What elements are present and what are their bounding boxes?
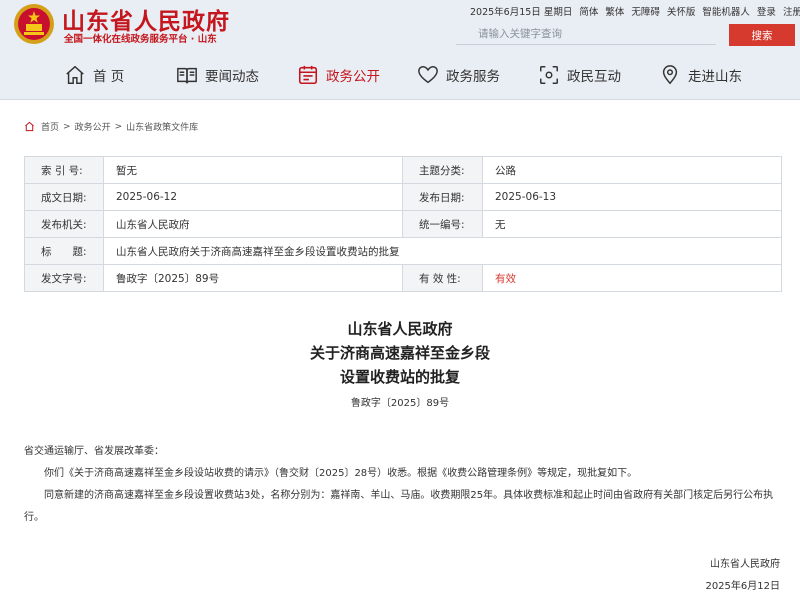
- body-paragraph: 同意新建的济商高速嘉祥至金乡段设置收费站3处，名称分别为：嘉祥南、羊山、马庙。收…: [24, 490, 774, 523]
- breadcrumb-separator: >: [63, 121, 71, 132]
- nav-news[interactable]: 要闻动态: [176, 60, 259, 90]
- category-value: 公路: [482, 156, 782, 184]
- nav-services[interactable]: 政务服务: [417, 60, 500, 90]
- nav-discover-label: 走进山东: [688, 69, 742, 85]
- signature-org: 山东省人民政府: [710, 559, 780, 570]
- meta-row: 成文日期: 2025-06-12 发布日期: 2025-06-13: [24, 183, 782, 211]
- breadcrumb-home[interactable]: 首页: [41, 120, 59, 133]
- published-date-value: 2025-06-13: [482, 183, 782, 211]
- code-value: 无: [482, 210, 782, 238]
- document-title-line: 设置收费站的批复: [339, 368, 460, 386]
- document-title-line: 关于济商高速嘉祥至金乡段: [309, 344, 490, 362]
- news-icon: [177, 67, 197, 84]
- category-label: 主题分类:: [402, 156, 483, 184]
- search-button[interactable]: 搜索: [729, 24, 795, 46]
- heart-service-icon: [418, 66, 438, 84]
- index-value: 暂无: [103, 156, 403, 184]
- site-subtitle: 全国一体化在线政务服务平台 · 山东: [64, 34, 217, 45]
- link-accessibility[interactable]: 无障碍: [631, 4, 660, 18]
- meta-row: 标 题: 山东省人民政府关于济商高速嘉祥至金乡段设置收费站的批复: [24, 237, 782, 265]
- document-body: 省交通运输厅、省发展改革委： 你们《关于济商高速嘉祥至金乡段设站收费的请示》（鲁…: [24, 441, 782, 529]
- body-paragraph: 你们《关于济商高速嘉祥至金乡段设站收费的请示》（鲁交财〔2025〕28号）收悉。…: [44, 468, 638, 479]
- link-login[interactable]: 登录: [757, 4, 776, 18]
- breadcrumb-open-gov[interactable]: 政务公开: [75, 120, 111, 133]
- main-nav: 首 页 要闻动态 政务公开 政务服务 政民互动 走进山东: [0, 60, 800, 92]
- open-gov-icon: [298, 65, 318, 85]
- breadcrumb-separator: >: [114, 121, 123, 132]
- meta-row: 索 引 号: 暂无 主题分类: 公路: [24, 156, 782, 184]
- nav-home-label: 首 页: [93, 69, 125, 85]
- created-date-label: 成文日期:: [24, 183, 104, 211]
- home-icon: [25, 121, 34, 132]
- link-care-mode[interactable]: 关怀版: [667, 4, 696, 18]
- nav-discover[interactable]: 走进山东: [659, 60, 742, 90]
- breadcrumb: 首页 > 政务公开 > 山东省政策文件库: [24, 120, 198, 133]
- nav-interaction[interactable]: 政民互动: [538, 60, 621, 90]
- current-date: 2025年6月15日 星期日: [470, 7, 573, 18]
- published-date-label: 发布日期:: [402, 183, 483, 211]
- document-title: 山东省人民政府 关于济商高速嘉祥至金乡段 设置收费站的批复: [0, 317, 800, 389]
- nav-open-gov-label: 政务公开: [326, 69, 380, 85]
- code-label: 统一编号:: [402, 210, 483, 238]
- nav-news-label: 要闻动态: [205, 69, 259, 85]
- index-label: 索 引 号:: [24, 156, 104, 184]
- interaction-icon: [540, 66, 558, 84]
- validity-value: 有效: [482, 264, 782, 292]
- issuer-label: 发布机关:: [24, 210, 104, 238]
- search-input[interactable]: [456, 24, 716, 45]
- link-robot[interactable]: 智能机器人: [702, 4, 750, 18]
- nav-home[interactable]: 首 页: [64, 60, 124, 90]
- title-value: 山东省人民政府关于济商高速嘉祥至金乡段设置收费站的批复: [103, 237, 782, 265]
- home-icon: [66, 65, 84, 84]
- document-number: 鲁政字〔2025〕89号: [350, 398, 450, 409]
- site-header: 山东省人民政府 全国一体化在线政务服务平台 · 山东 2025年6月15日 星期…: [0, 0, 800, 100]
- top-links: 2025年6月15日 星期日 简体 繁体 无障碍 关怀版 智能机器人 登录 注册: [470, 4, 800, 18]
- nav-services-label: 政务服务: [446, 69, 500, 85]
- signature-block: 山东省人民政府 2025年6月12日: [705, 554, 780, 598]
- nav-interaction-label: 政民互动: [567, 69, 621, 85]
- addressee: 省交通运输厅、省发展改革委：: [24, 446, 164, 457]
- link-traditional[interactable]: 繁体: [605, 4, 624, 18]
- meta-row: 发布机关: 山东省人民政府 统一编号: 无: [24, 210, 782, 238]
- location-icon: [662, 65, 678, 85]
- breadcrumb-policy-library[interactable]: 山东省政策文件库: [126, 120, 198, 133]
- created-date-value: 2025-06-12: [103, 183, 403, 211]
- doc-number-value: 鲁政字〔2025〕89号: [103, 264, 403, 292]
- title-label: 标 题:: [24, 237, 104, 265]
- document-meta-table: 索 引 号: 暂无 主题分类: 公路 成文日期: 2025-06-12 发布日期…: [24, 156, 782, 292]
- link-register[interactable]: 注册: [783, 4, 800, 18]
- national-emblem-icon: [14, 4, 54, 44]
- link-simplified[interactable]: 简体: [579, 4, 598, 18]
- signature-date: 2025年6月12日: [705, 581, 780, 592]
- issuer-value: 山东省人民政府: [103, 210, 403, 238]
- validity-label: 有 效 性:: [402, 264, 483, 292]
- meta-row: 发文字号: 鲁政字〔2025〕89号 有 效 性: 有效: [24, 264, 782, 292]
- doc-number-label: 发文字号:: [24, 264, 104, 292]
- nav-open-gov[interactable]: 政务公开: [297, 60, 380, 90]
- document-title-line: 山东省人民政府: [347, 320, 453, 338]
